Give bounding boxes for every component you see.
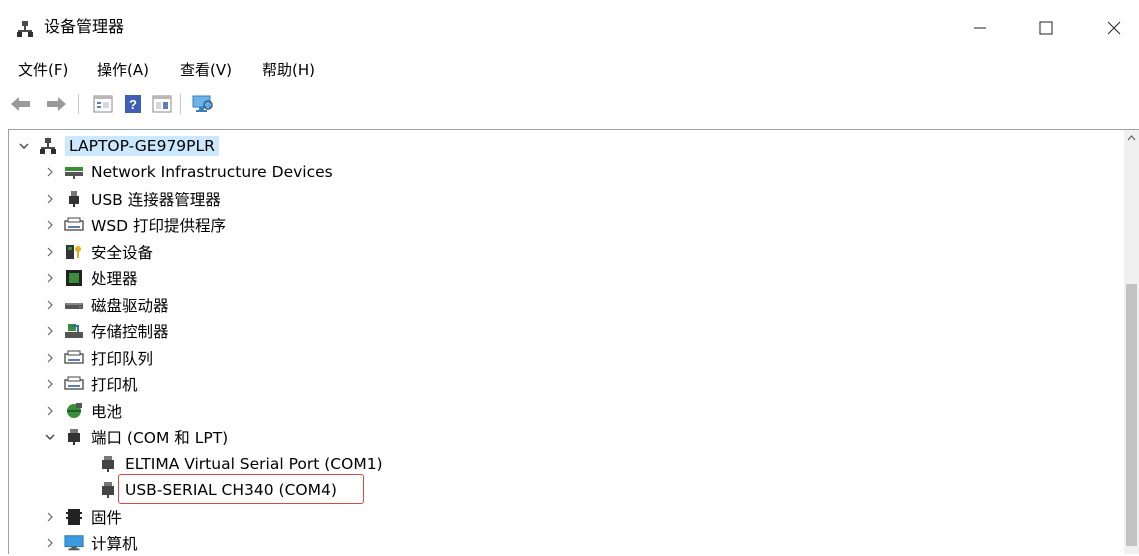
chevron-right-icon[interactable] [44,299,56,311]
svg-text:?: ? [129,97,137,112]
toolbar-separator [180,94,181,114]
device-manager-icon [16,20,34,38]
firmware-chip-icon [64,507,84,527]
tree-item-eltima-com1[interactable]: ELTIMA Virtual Serial Port (COM1) [98,451,383,477]
printer-icon [64,348,84,368]
security-key-icon [64,242,84,262]
scrollbar-thumb[interactable] [1126,284,1137,546]
maximize-button[interactable] [1026,14,1066,42]
tree-item-wsd-print-provider[interactable]: WSD 打印提供程序 [44,212,226,238]
tree-item-computer[interactable]: 计算机 [44,530,138,556]
tree-item-ch340-com4[interactable]: USB-SERIAL CH340 (COM4) [98,477,337,503]
tree-root-label[interactable]: LAPTOP-GE979PLR [65,136,219,156]
minimize-button[interactable] [960,14,1000,42]
network-device-icon [64,162,84,182]
tree-item-printers[interactable]: 打印机 [44,371,138,397]
tree-item-security-devices[interactable]: 安全设备 [44,239,153,265]
computer-network-icon [38,136,58,156]
tree-item-label: Network Infrastructure Devices [91,163,333,181]
help-icon[interactable]: ? [121,92,145,116]
scroll-up-arrow-icon[interactable] [1124,130,1139,146]
tree-item-label: 打印机 [91,376,138,394]
tree-root-row[interactable]: LAPTOP-GE979PLR [18,133,219,159]
battery-icon [64,401,84,421]
chevron-right-icon[interactable] [44,272,56,284]
tree-item-label: 安全设备 [91,244,154,262]
port-connector-icon [64,427,84,447]
chevron-down-icon[interactable] [18,140,30,152]
tree-item-label: 打印队列 [91,350,154,368]
processor-chip-icon [64,268,84,288]
usb-plug-icon [64,189,84,209]
chevron-right-icon[interactable] [44,325,56,337]
tree-item-storage-controllers[interactable]: 存储控制器 [44,318,169,344]
chevron-right-icon[interactable] [44,537,56,549]
disk-drive-icon [64,295,84,315]
computer-monitor-icon [64,533,84,553]
storage-controller-icon [64,321,84,341]
toolbar: ? [0,86,1139,124]
tree-item-batteries[interactable]: 电池 [44,398,122,424]
printer-icon [64,215,84,235]
tree-item-label: 存储控制器 [91,323,169,341]
printer-icon [64,374,84,394]
menu-help[interactable]: 帮助(H) [262,60,315,80]
scan-hardware-icon[interactable] [190,92,214,116]
port-connector-icon [98,480,118,500]
chevron-right-icon[interactable] [44,511,56,523]
window-title: 设备管理器 [44,17,125,36]
tree-item-label: 电池 [91,403,123,421]
tree-item-label: 固件 [91,509,123,527]
tree-item-disk-drives[interactable]: 磁盘驱动器 [44,292,169,318]
tree-item-ports[interactable]: 端口 (COM 和 LPT) [44,424,228,450]
tree-item-label: 处理器 [91,270,138,288]
menu-file[interactable]: 文件(F) [18,60,68,80]
tree-item-label: WSD 打印提供程序 [91,217,227,235]
update-driver-icon[interactable] [150,92,174,116]
tree-item-label: 端口 (COM 和 LPT) [91,429,229,447]
toolbar-separator [78,94,79,114]
tree-item-label: USB-SERIAL CH340 (COM4) [125,481,337,499]
tree-item-label: ELTIMA Virtual Serial Port (COM1) [125,455,383,473]
port-connector-icon [98,454,118,474]
vertical-scrollbar[interactable] [1124,130,1139,554]
chevron-down-icon[interactable] [44,431,56,443]
chevron-right-icon[interactable] [44,246,56,258]
tree-item-usb-connector-manager[interactable]: USB 连接器管理器 [44,186,221,212]
tree-item-firmware[interactable]: 固件 [44,504,122,530]
chevron-right-icon[interactable] [44,193,56,205]
back-arrow-icon[interactable] [9,92,33,116]
chevron-right-icon[interactable] [44,352,56,364]
menu-action[interactable]: 操作(A) [97,60,149,80]
forward-arrow-icon[interactable] [44,92,68,116]
chevron-right-icon[interactable] [44,378,56,390]
tree-item-label: 磁盘驱动器 [91,297,169,315]
chevron-right-icon[interactable] [44,219,56,231]
tree-item-processors[interactable]: 处理器 [44,265,138,291]
tree-item-label: USB 连接器管理器 [91,191,221,209]
properties-icon[interactable] [91,92,115,116]
tree-item-print-queues[interactable]: 打印队列 [44,345,153,371]
menu-view[interactable]: 查看(V) [180,60,232,80]
title-bar: 设备管理器 [0,0,1139,54]
menu-bar: 文件(F) 操作(A) 查看(V) 帮助(H) [0,56,1139,82]
tree-item-label: 计算机 [91,535,138,553]
tree-item-network-infrastructure[interactable]: Network Infrastructure Devices [44,159,333,185]
close-button[interactable] [1094,14,1134,42]
chevron-right-icon[interactable] [44,166,56,178]
chevron-right-icon[interactable] [44,405,56,417]
